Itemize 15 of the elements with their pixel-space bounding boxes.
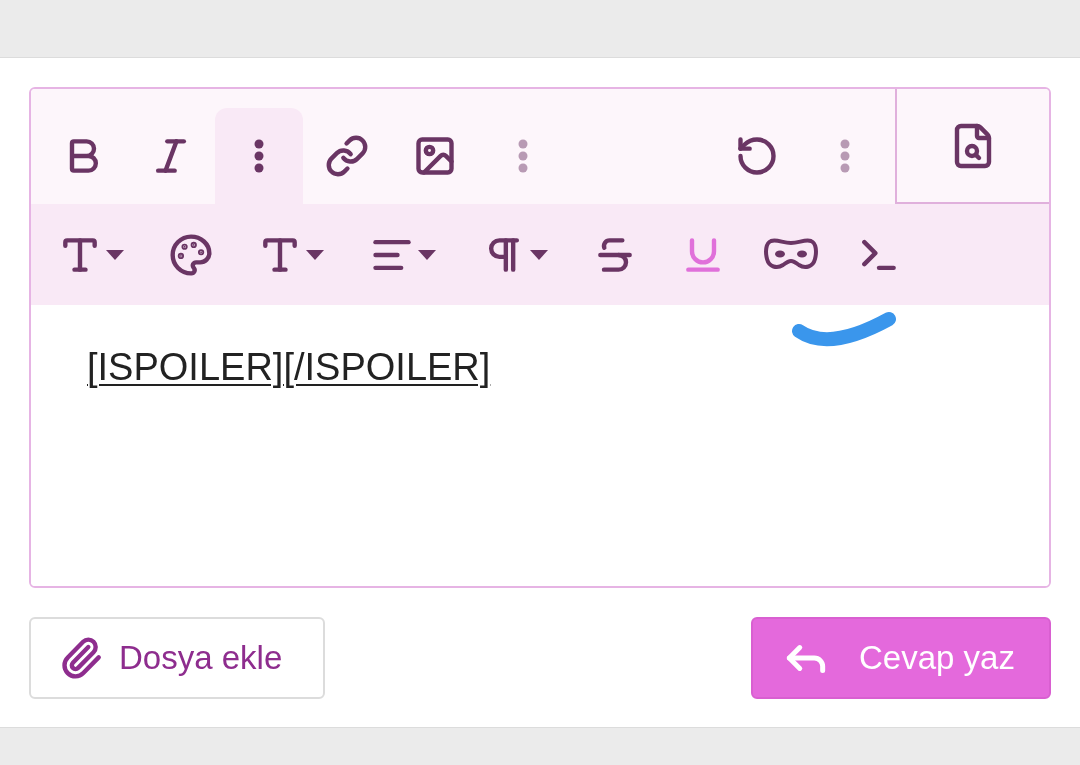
undo-icon xyxy=(735,134,779,178)
paperclip-icon xyxy=(59,636,103,680)
palette-icon xyxy=(169,232,213,277)
attach-file-button[interactable]: Dosya ekle xyxy=(29,617,325,699)
image-icon xyxy=(413,134,457,178)
caret-icon xyxy=(418,249,436,260)
caret-icon xyxy=(306,249,324,260)
more-button[interactable] xyxy=(215,108,303,204)
caret-icon xyxy=(530,249,548,260)
more-icon xyxy=(254,139,264,173)
more-icon xyxy=(840,139,850,173)
editor-text[interactable]: [ISPOILER][/ISPOILER] xyxy=(87,339,993,396)
link-icon xyxy=(325,134,369,178)
more-icon xyxy=(518,139,528,173)
caret-icon xyxy=(106,249,124,260)
